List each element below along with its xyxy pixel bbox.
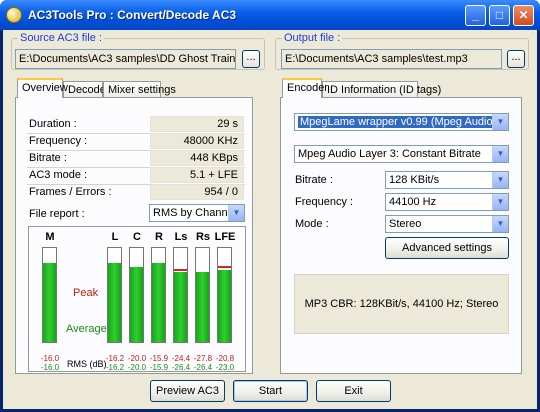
- encoder-bitrate-label: Bitrate :: [295, 174, 333, 186]
- tab-mixer-settings[interactable]: Mixer settings: [103, 81, 176, 98]
- chevron-down-icon: ▼: [492, 216, 508, 232]
- channel-label-r: R: [155, 231, 163, 243]
- frames-errors-value: 954 / 0: [150, 184, 244, 200]
- level-meter-lfe: [217, 247, 232, 343]
- output-browse-button[interactable]: ...: [507, 50, 525, 68]
- peak-value: -20.0: [127, 354, 147, 363]
- maximize-button[interactable]: □: [489, 5, 510, 26]
- client-area: Source AC3 file : E:\Documents\AC3 sampl…: [3, 30, 537, 409]
- peak-marker: [218, 265, 231, 268]
- encoder-mode-label: Mode :: [295, 218, 329, 230]
- peak-value: -16.0: [40, 354, 60, 363]
- peak-marker: [174, 268, 187, 271]
- app-icon: [6, 7, 22, 23]
- frames-errors-label: Frames / Errors :: [29, 186, 112, 198]
- source-path-field[interactable]: E:\Documents\AC3 samples\DD Ghost Train.…: [15, 49, 236, 69]
- chevron-down-icon: ▼: [492, 114, 508, 130]
- channel-label-l: L: [111, 231, 119, 243]
- advanced-settings-button[interactable]: Advanced settings: [385, 237, 509, 259]
- duration-value: 29 s: [150, 116, 244, 132]
- rms-db-label: RMS (dB): [67, 359, 107, 369]
- bitrate-label: Bitrate :: [29, 152, 67, 164]
- tab-decoder[interactable]: Decoder: [63, 81, 110, 98]
- tab-id-information[interactable]: ID Information (ID tags): [322, 81, 441, 98]
- level-meter-m: [42, 247, 57, 343]
- level-meter-c: [129, 247, 144, 343]
- chevron-down-icon: ▼: [492, 146, 508, 162]
- peak-value: -20.8: [215, 354, 235, 363]
- channel-label-c: C: [133, 231, 141, 243]
- ac3-mode-value: 5.1 + LFE: [150, 167, 244, 183]
- file-report-select[interactable]: RMS by Channels ▼: [149, 204, 245, 222]
- channel-label-m: M: [45, 231, 55, 243]
- average-value: -15.9: [149, 363, 169, 372]
- tab-overview[interactable]: Overview: [17, 78, 68, 98]
- frequency-label: Frequency :: [29, 135, 88, 147]
- codec-value: MpegLame wrapper v0.99 (Mpeg Audio Layer…: [298, 116, 508, 128]
- preview-ac3-button[interactable]: Preview AC3: [150, 380, 225, 402]
- file-report-label: File report :: [29, 208, 85, 220]
- frequency-select-value: 44100 Hz: [389, 196, 437, 208]
- encoder-summary: MP3 CBR: 128KBit/s, 44100 Hz; Stereo: [294, 274, 509, 334]
- average-value: -20.0: [127, 363, 147, 372]
- codec-select[interactable]: MpegLame wrapper v0.99 (Mpeg Audio Layer…: [294, 113, 509, 131]
- format-value: Mpeg Audio Layer 3: Constant Bitrate: [298, 148, 481, 160]
- rms-meter-panel: M -16.0 -16.0 L -16.2 -16.2 C -20.0 -20.0 R -15.9-…: [28, 226, 246, 372]
- level-meter-l: [107, 247, 122, 343]
- peak-value: -15.9: [149, 354, 169, 363]
- channel-label-ls: Ls: [174, 231, 188, 243]
- average-label: Average: [66, 323, 107, 335]
- peak-value: -27.8: [193, 354, 213, 363]
- channel-label-rs: Rs: [195, 231, 211, 243]
- chevron-down-icon: ▼: [492, 172, 508, 188]
- output-path-field[interactable]: E:\Documents\AC3 samples\test.mp3: [281, 49, 502, 69]
- level-meter-ls: [173, 247, 188, 343]
- average-value: -23.0: [215, 363, 235, 372]
- duration-label: Duration :: [29, 118, 77, 130]
- encoder-frequency-label: Frequency :: [295, 196, 354, 208]
- output-group-title: Output file :: [282, 32, 343, 44]
- mode-select-value: Stereo: [389, 218, 422, 230]
- source-group-title: Source AC3 file :: [18, 32, 104, 44]
- app-window: AC3Tools Pro : Convert/Decode AC3 _ □ ✕ …: [0, 0, 540, 412]
- average-value: -16.0: [40, 363, 60, 372]
- close-button[interactable]: ✕: [513, 5, 534, 26]
- level-fill: [43, 263, 56, 342]
- frequency-select[interactable]: 44100 Hz ▼: [385, 193, 509, 211]
- level-fill: [130, 266, 143, 342]
- level-fill: [152, 263, 165, 342]
- title-bar[interactable]: AC3Tools Pro : Convert/Decode AC3 _ □ ✕: [0, 0, 540, 30]
- level-fill: [196, 272, 209, 342]
- tab-encoder[interactable]: Encoder: [282, 78, 328, 98]
- average-value: -16.2: [105, 363, 125, 372]
- source-browse-button[interactable]: ...: [242, 50, 260, 68]
- start-button[interactable]: Start: [233, 380, 308, 402]
- peak-label: Peak: [73, 287, 99, 299]
- minimize-button[interactable]: _: [465, 5, 486, 26]
- peak-value: -24.4: [171, 354, 191, 363]
- bitrate-value: 448 KBps: [150, 150, 244, 166]
- ac3-mode-label: AC3 mode :: [29, 169, 88, 181]
- level-fill: [218, 269, 231, 342]
- bitrate-select-value: 128 KBit/s: [389, 174, 440, 186]
- exit-button[interactable]: Exit: [316, 380, 391, 402]
- chevron-down-icon: ▼: [492, 194, 508, 210]
- mode-select[interactable]: Stereo ▼: [385, 215, 509, 233]
- level-meter-rs: [195, 247, 210, 343]
- window-title: AC3Tools Pro : Convert/Decode AC3: [28, 8, 237, 22]
- level-fill: [108, 263, 121, 342]
- chevron-down-icon: ▼: [228, 205, 244, 221]
- average-value: -26.4: [171, 363, 191, 372]
- frequency-value: 48000 KHz: [150, 133, 244, 149]
- peak-value: -16.2: [105, 354, 125, 363]
- average-value: -26.4: [193, 363, 213, 372]
- level-fill: [174, 272, 187, 342]
- format-select[interactable]: Mpeg Audio Layer 3: Constant Bitrate ▼: [294, 145, 509, 163]
- bitrate-select[interactable]: 128 KBit/s ▼: [385, 171, 509, 189]
- channel-label-lfe: LFE: [214, 231, 236, 243]
- level-meter-r: [151, 247, 166, 343]
